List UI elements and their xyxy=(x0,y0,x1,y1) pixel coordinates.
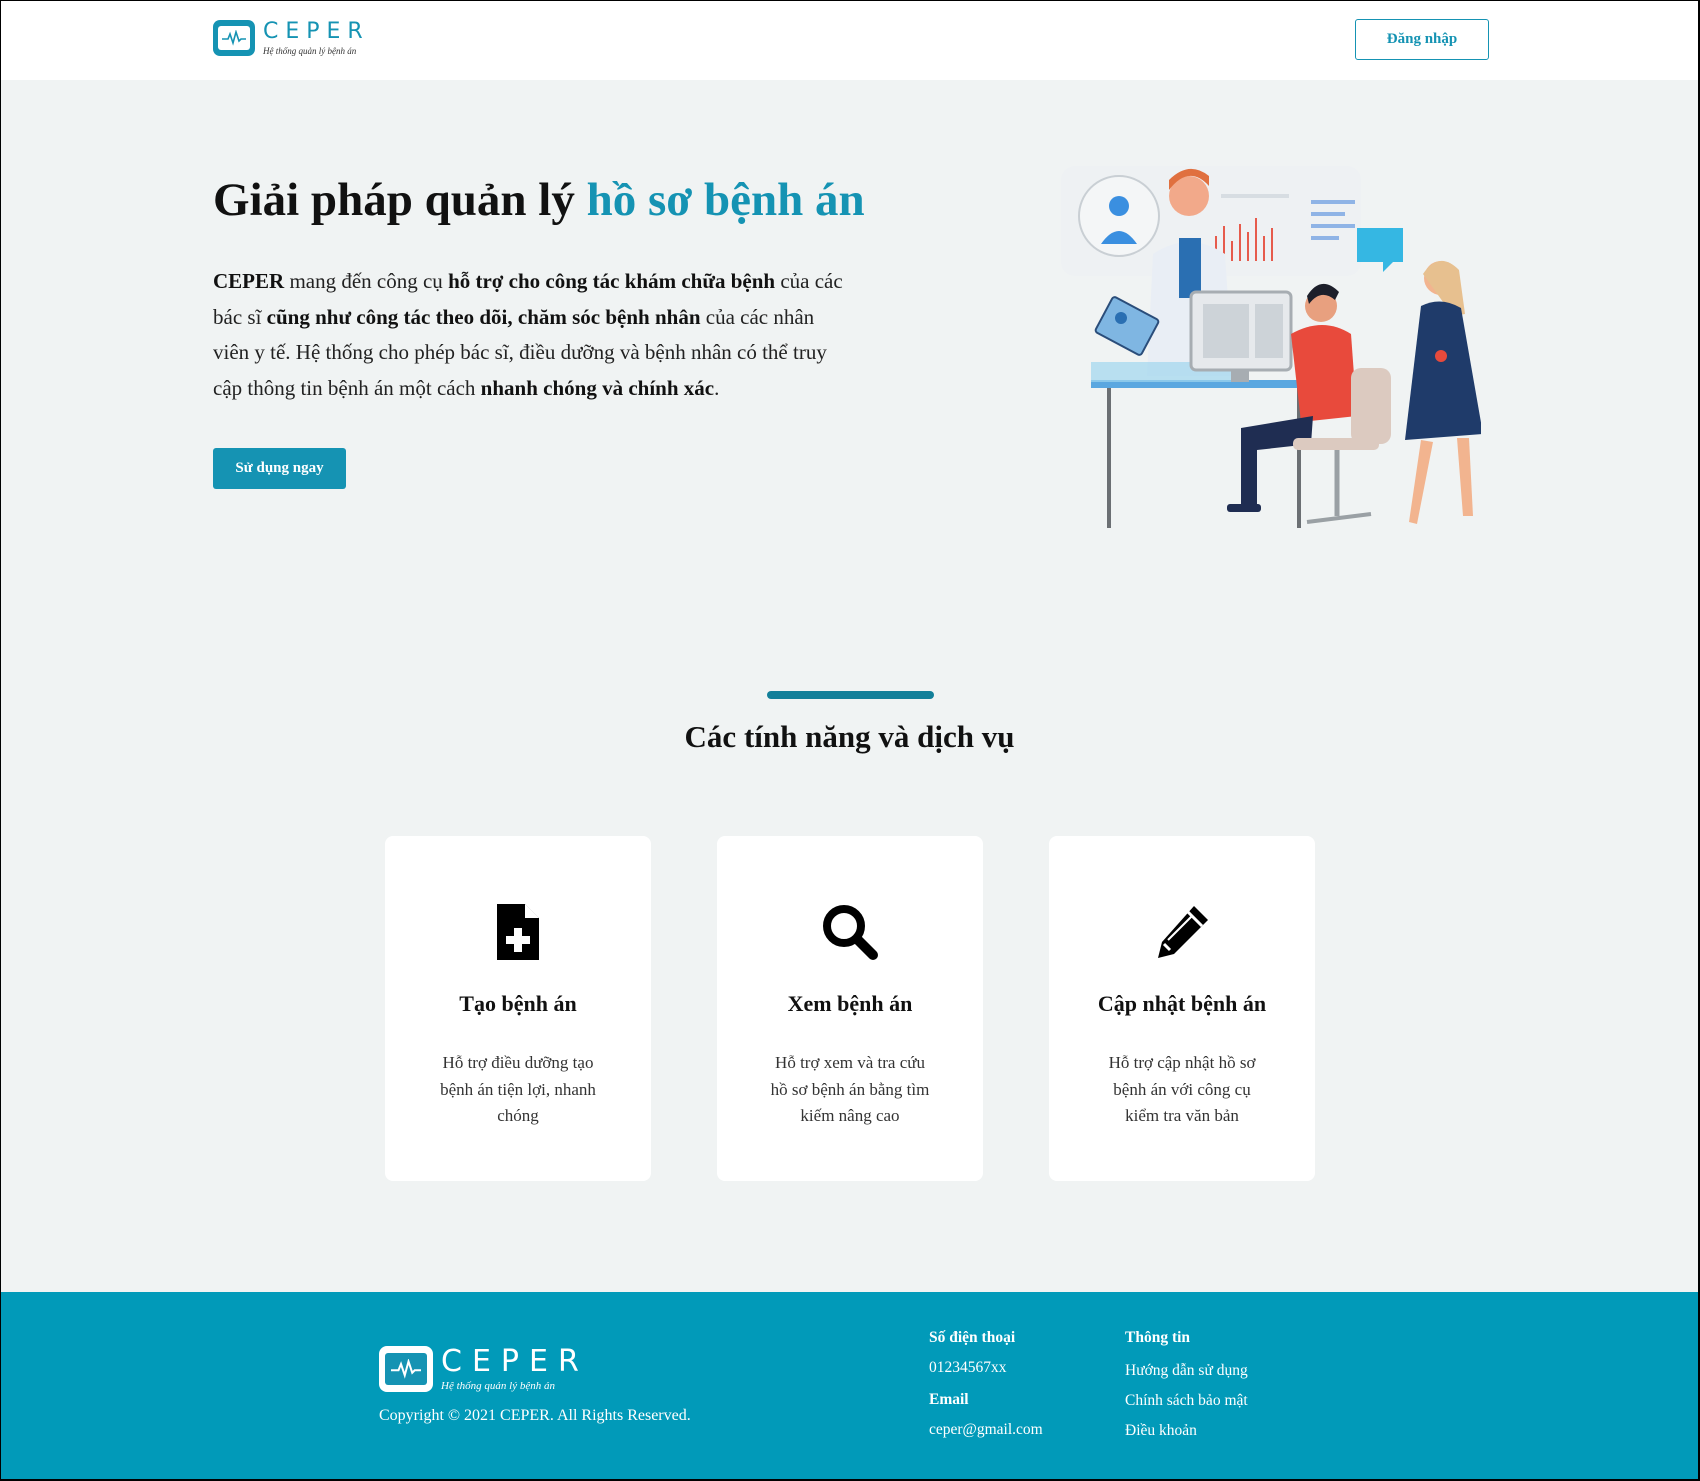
hero-desc-segment: CEPER xyxy=(213,269,285,293)
feature-card-view[interactable]: Xem bệnh án Hỗ trợ xem và tra cứu hồ sơ … xyxy=(717,836,983,1181)
monitor-logo-icon xyxy=(379,1346,433,1392)
email-label: Email xyxy=(929,1391,969,1408)
hero-desc-segment: . xyxy=(714,375,720,400)
phone-label: Số điện thoại xyxy=(929,1329,1016,1346)
hero-desc-segment: cũng như công tác theo dõi, chăm sóc bện… xyxy=(266,304,701,329)
hero-title: Giải pháp quản lý hồ sơ bệnh án xyxy=(213,173,865,227)
feature-title: Tạo bệnh án xyxy=(459,991,577,1016)
hero-title-highlight: hồ sơ bệnh án xyxy=(586,174,865,226)
hero-desc-segment: mang đến công cụ xyxy=(284,269,449,293)
monitor-logo-icon xyxy=(213,20,255,56)
feature-description: Hỗ trợ cập nhật hồ sơ bệnh án với công c… xyxy=(1108,1053,1256,1125)
feature-title: Xem bệnh án xyxy=(787,991,913,1016)
logo-tagline: Hệ thống quản lý bệnh án xyxy=(263,46,357,56)
top-navbar: CEPER Hệ thống quản lý bệnh án Đăng nhập xyxy=(1,1,1698,80)
footer-logo-name: CEPER xyxy=(441,1344,589,1379)
search-icon xyxy=(823,905,878,960)
footer-logo[interactable]: CEPER Hệ thống quản lý bệnh án xyxy=(379,1346,589,1392)
info-label: Thông tin xyxy=(1125,1329,1191,1346)
footer: CEPER Hệ thống quản lý bệnh án Copyright… xyxy=(1,1292,1698,1479)
header-logo[interactable]: CEPER Hệ thống quản lý bệnh án xyxy=(213,20,370,56)
use-now-button[interactable]: Sử dụng ngay xyxy=(213,448,346,489)
pencil-icon xyxy=(1158,906,1208,958)
page: CEPER Hệ thống quản lý bệnh án Đăng nhập… xyxy=(1,1,1698,1479)
section-divider xyxy=(767,691,934,699)
doctor-patient-illustration xyxy=(1061,166,1481,528)
logo-name: CEPER xyxy=(263,19,370,44)
copyright-text: Copyright © 2021 CEPER. All Rights Reser… xyxy=(379,1407,691,1424)
contact-column: Số điện thoại 01234567xx Email ceper@gma… xyxy=(929,1329,1043,1439)
email-value[interactable]: ceper@gmail.com xyxy=(929,1421,1043,1439)
feature-description: Hỗ trợ xem và tra cứu hồ sơ bệnh án bằng… xyxy=(770,1053,930,1125)
hero-desc-segment: hỗ trợ cho công tác khám chữa bệnh xyxy=(448,269,776,293)
phone-value: 01234567xx xyxy=(929,1359,1007,1376)
login-button[interactable]: Đăng nhập xyxy=(1355,19,1489,60)
feature-title: Cập nhật bệnh án xyxy=(1097,991,1267,1016)
file-medical-icon xyxy=(497,904,539,960)
hero-desc-segment: nhanh chóng và chính xác xyxy=(480,375,715,400)
info-column: Thông tin Hướng dẫn sử dụng Chính sách b… xyxy=(1125,1329,1248,1440)
feature-card-create[interactable]: Tạo bệnh án Hỗ trợ điều dưỡng tạo bệnh á… xyxy=(385,836,651,1181)
footer-link-privacy[interactable]: Chính sách bảo mật xyxy=(1125,1392,1248,1410)
hero-description: CEPER mang đến công cụ hỗ trợ cho công t… xyxy=(213,264,853,406)
features-title: Các tính năng và dịch vụ xyxy=(684,719,1015,754)
feature-description: Hỗ trợ điều dưỡng tạo bệnh án tiện lợi, … xyxy=(440,1053,596,1125)
hero-title-main: Giải pháp quản lý xyxy=(213,174,587,226)
footer-logo-tagline: Hệ thống quản lý bệnh án xyxy=(441,1380,555,1392)
footer-link-guide[interactable]: Hướng dẫn sử dụng xyxy=(1125,1362,1248,1380)
footer-link-terms[interactable]: Điều khoản xyxy=(1125,1422,1248,1440)
feature-card-update[interactable]: Cập nhật bệnh án Hỗ trợ cập nhật hồ sơ b… xyxy=(1049,836,1315,1181)
